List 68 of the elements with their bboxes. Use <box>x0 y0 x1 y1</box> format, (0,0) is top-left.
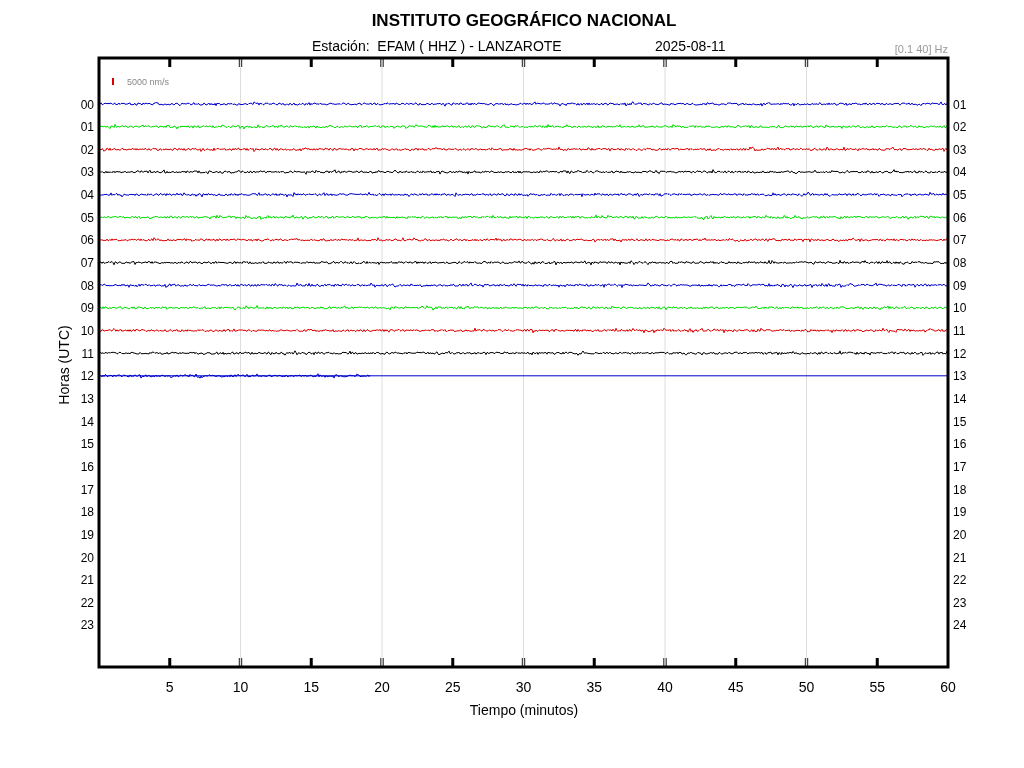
hour-label: 17 <box>953 459 967 474</box>
hour-label: 02 <box>80 142 94 157</box>
x-tick-label: 10 <box>232 679 249 695</box>
plot-title: INSTITUTO GEOGRÁFICO NACIONAL <box>371 11 677 30</box>
hour-label: 23 <box>80 618 94 633</box>
x-tick-label: 55 <box>869 679 886 695</box>
station-label: Estación: EFAM ( HHZ ) - LANZAROTE <box>312 38 562 54</box>
hour-label: 01 <box>953 97 967 112</box>
hour-label: 11 <box>953 324 966 338</box>
hour-label: 21 <box>953 550 967 565</box>
hour-label: 03 <box>953 142 967 157</box>
x-tick-label: 5 <box>165 679 174 695</box>
hour-label: 04 <box>953 165 967 180</box>
hour-label: 11 <box>81 346 94 361</box>
hour-label: 12 <box>80 369 94 384</box>
hour-label: 04 <box>80 188 94 203</box>
date-label: 2025-08-11 <box>655 38 726 54</box>
hour-label: 09 <box>80 301 94 316</box>
hour-label: 08 <box>80 278 94 293</box>
hour-label: 05 <box>953 188 967 203</box>
x-tick-label: 15 <box>303 679 320 695</box>
hour-label: 24 <box>953 618 967 633</box>
y-axis-label: Horas (UTC) <box>56 325 72 405</box>
hour-label: 05 <box>80 210 94 225</box>
hour-label: 19 <box>80 527 94 542</box>
hour-label: 15 <box>80 437 94 452</box>
hour-label: 06 <box>953 210 967 225</box>
hour-label: 16 <box>80 459 94 474</box>
x-tick-label: 45 <box>727 679 744 695</box>
x-axis-label: Tiempo (minutos) <box>469 702 579 718</box>
hour-label: 06 <box>80 233 94 248</box>
hour-label: 20 <box>953 527 967 542</box>
hour-label: 07 <box>80 256 94 271</box>
x-tick-label: 20 <box>374 679 390 695</box>
hour-label: 00 <box>80 97 94 112</box>
hour-label: 10 <box>953 301 967 316</box>
hour-label: 17 <box>80 482 94 497</box>
hour-label: 08 <box>953 256 967 271</box>
hour-label: 21 <box>80 573 94 588</box>
hour-label: 15 <box>953 414 967 429</box>
hour-label: 18 <box>953 482 967 497</box>
hour-label: 01 <box>80 120 94 135</box>
hour-label: 13 <box>953 369 967 384</box>
filter-label: [0.1 40] Hz <box>894 43 948 55</box>
x-tick-label: 50 <box>798 679 815 695</box>
hour-label: 02 <box>953 120 967 135</box>
hour-label: 12 <box>953 346 967 361</box>
hour-label: 20 <box>80 550 94 565</box>
hour-label: 22 <box>953 573 967 588</box>
hour-label: 07 <box>953 233 967 248</box>
hour-label: 22 <box>80 595 94 610</box>
hour-label: 14 <box>953 391 967 406</box>
scale-bar-icon <box>112 78 114 85</box>
scale-label: 5000 nm/s <box>127 77 170 87</box>
hour-label: 16 <box>953 437 967 452</box>
hour-label: 19 <box>953 505 967 520</box>
hour-label: 18 <box>80 505 94 520</box>
hour-label: 13 <box>80 391 94 406</box>
x-tick-label: 30 <box>515 679 532 695</box>
hour-label: 23 <box>953 595 967 610</box>
x-tick-label: 35 <box>586 679 603 695</box>
x-tick-label: 60 <box>940 679 956 695</box>
hour-label: 03 <box>80 165 94 180</box>
x-tick-label: 40 <box>657 679 673 695</box>
x-tick-label: 25 <box>444 679 461 695</box>
hour-label: 09 <box>953 278 967 293</box>
hour-label: 14 <box>80 414 94 429</box>
hour-label: 10 <box>80 324 94 338</box>
